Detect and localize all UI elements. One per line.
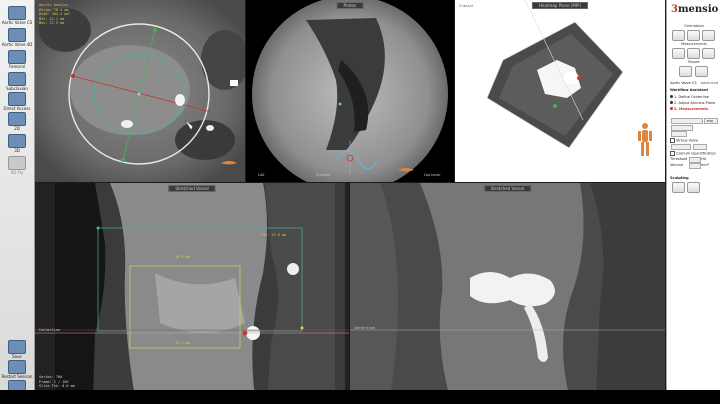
projection-header: Proton — [336, 2, 364, 9]
calcium-checkbox-icon — [670, 151, 675, 156]
viewport-stretched-vessel-left[interactable]: Stretched Vessel STJ: 27.0 mm 28.5 mm 13… — [35, 183, 349, 398]
viewport-annulus-cross-section[interactable]: Aortic Annulus Perim: 78.4 mm Area: 484.… — [35, 0, 245, 182]
save-icon — [8, 340, 26, 354]
femoral-label: Femoral — [8, 64, 26, 69]
stretched-vessel-header-right: Stretched Vessel — [483, 185, 532, 192]
femoral-icon — [8, 50, 26, 64]
view-3d-label: 3D — [14, 148, 20, 153]
restart-session-button[interactable]: Restart Session — [0, 360, 34, 379]
sculpting-section-label: Sculpting — [670, 176, 689, 180]
orient-front-icon[interactable] — [672, 30, 685, 41]
aortic-valve-cs-label: Aortic Valve CS — [1, 20, 33, 25]
view-3d-button[interactable]: 3D — [0, 134, 34, 153]
cross-section-image — [35, 0, 245, 182]
aortic-valve-4d-label: Aortic Valve 4D — [1, 42, 33, 47]
fly-icon — [8, 156, 26, 170]
viewport-projection[interactable]: Proton LAO Cranial Coplanar — [246, 0, 454, 182]
workflow-title: Aortic Valve CS — [670, 81, 697, 85]
subclavian-button[interactable]: Subclavian — [0, 72, 34, 91]
centerline-label-right: Centerline — [354, 326, 376, 330]
fly-label: 4D Fly — [10, 170, 24, 175]
aortic-valve-4d-button[interactable]: Aortic Valve 4D — [0, 28, 34, 47]
step-adjust-annulus-plane[interactable]: 2. Adjust Annulus Plane — [670, 101, 715, 105]
step-1-radio-icon — [670, 95, 673, 98]
lao-label: LAO — [258, 173, 265, 177]
sculpt-undo-icon[interactable] — [687, 182, 700, 193]
step-3-radio-icon — [670, 107, 673, 110]
threshold-label: Threshold — [670, 157, 688, 161]
aortic-valve-cs-button[interactable]: Aortic Valve CS — [0, 6, 34, 25]
valve-size-field[interactable] — [693, 144, 707, 150]
viewport-3d-volume[interactable]: Heatmap Plane (MIP) Cranial — [455, 0, 665, 182]
threshold-unit: HU — [701, 157, 707, 161]
workflow-panel: 3mensio Orientation Measurements Report … — [666, 0, 720, 404]
fly-button[interactable]: 4D Fly — [0, 156, 34, 175]
workflow-mode[interactable]: Advanced — [701, 81, 718, 85]
subclavian-label: Subclavian — [6, 86, 28, 91]
cranial-label: Cranial — [316, 173, 331, 177]
view-2d-label: 2D — [14, 126, 20, 131]
sculpt-cut-icon[interactable] — [672, 182, 685, 193]
orient-side-icon[interactable] — [687, 30, 700, 41]
measurements-section-label: Measurements — [681, 42, 707, 46]
valve-type-select[interactable] — [671, 144, 691, 150]
projection-image — [252, 0, 448, 182]
orientation-section-label: Orientation — [684, 24, 704, 28]
step-2-radio-icon — [670, 101, 673, 104]
view-2d-icon — [8, 112, 26, 126]
stretched-vessel-image-right — [350, 183, 665, 398]
restart-icon — [8, 360, 26, 374]
value-field-2[interactable] — [671, 131, 687, 137]
stretched-vessel-image-left — [35, 183, 349, 398]
view-3d-icon — [8, 134, 26, 148]
step-measurements[interactable]: 3. Measurements — [670, 107, 708, 111]
virtual-valve-toggle[interactable]: Virtual Valve — [670, 138, 698, 143]
volume-image — [486, 0, 652, 156]
aortic-valve-icon — [8, 6, 26, 20]
body-orientation-icon — [638, 123, 652, 156]
cranial-readout: Cranial — [459, 4, 474, 8]
coplanar-label: Coplanar — [424, 173, 441, 177]
direct-access-icon — [8, 92, 26, 106]
orient-top-icon[interactable] — [702, 30, 715, 41]
left-toolbar: Aortic Valve CS Aortic Valve 4D Femoral … — [0, 0, 35, 404]
virtual-valve-checkbox-icon — [670, 138, 675, 143]
viewport-stretched-vessel-right[interactable]: Stretched Vessel Centerline — [350, 183, 665, 398]
volume-value — [689, 163, 701, 169]
volume-header: Heatmap Plane (MIP) — [531, 2, 589, 9]
report-export-icon[interactable] — [695, 66, 708, 77]
measure-name-field[interactable] — [671, 118, 703, 124]
calcium-quantification-toggle[interactable]: Calcium Quantification — [670, 151, 716, 156]
aortic-valve-4d-icon — [8, 28, 26, 42]
taskbar — [0, 390, 720, 404]
save-label: Save — [12, 354, 22, 359]
brand-logo: 3mensio — [671, 4, 719, 15]
measure-angle-icon[interactable] — [687, 48, 700, 59]
report-section-label: Report — [688, 60, 700, 64]
workflow-assistant-label: Workflow Assistant — [670, 88, 709, 92]
step-define-centerline[interactable]: 1. Define Centerline — [670, 95, 709, 99]
femoral-button[interactable]: Femoral — [0, 50, 34, 69]
volume-label: Volume — [670, 163, 684, 167]
volume-unit: mm³ — [701, 163, 710, 167]
direct-access-label: Direct Access — [3, 106, 31, 111]
measure-ruler-icon[interactable] — [672, 48, 685, 59]
centerline-label-left: Centerline — [39, 328, 61, 332]
restart-session-label: Restart Session — [1, 374, 33, 379]
subclavian-icon — [8, 72, 26, 86]
edit-field-button[interactable]: Edit — [704, 118, 718, 124]
stretched-vessel-header-left: Stretched Vessel — [168, 185, 216, 192]
report-print-icon[interactable] — [679, 66, 692, 77]
view-2d-button[interactable]: 2D — [0, 112, 34, 131]
save-button[interactable]: Save — [0, 340, 34, 359]
direct-access-button[interactable]: Direct Access — [0, 92, 34, 111]
measure-area-icon[interactable] — [702, 48, 715, 59]
